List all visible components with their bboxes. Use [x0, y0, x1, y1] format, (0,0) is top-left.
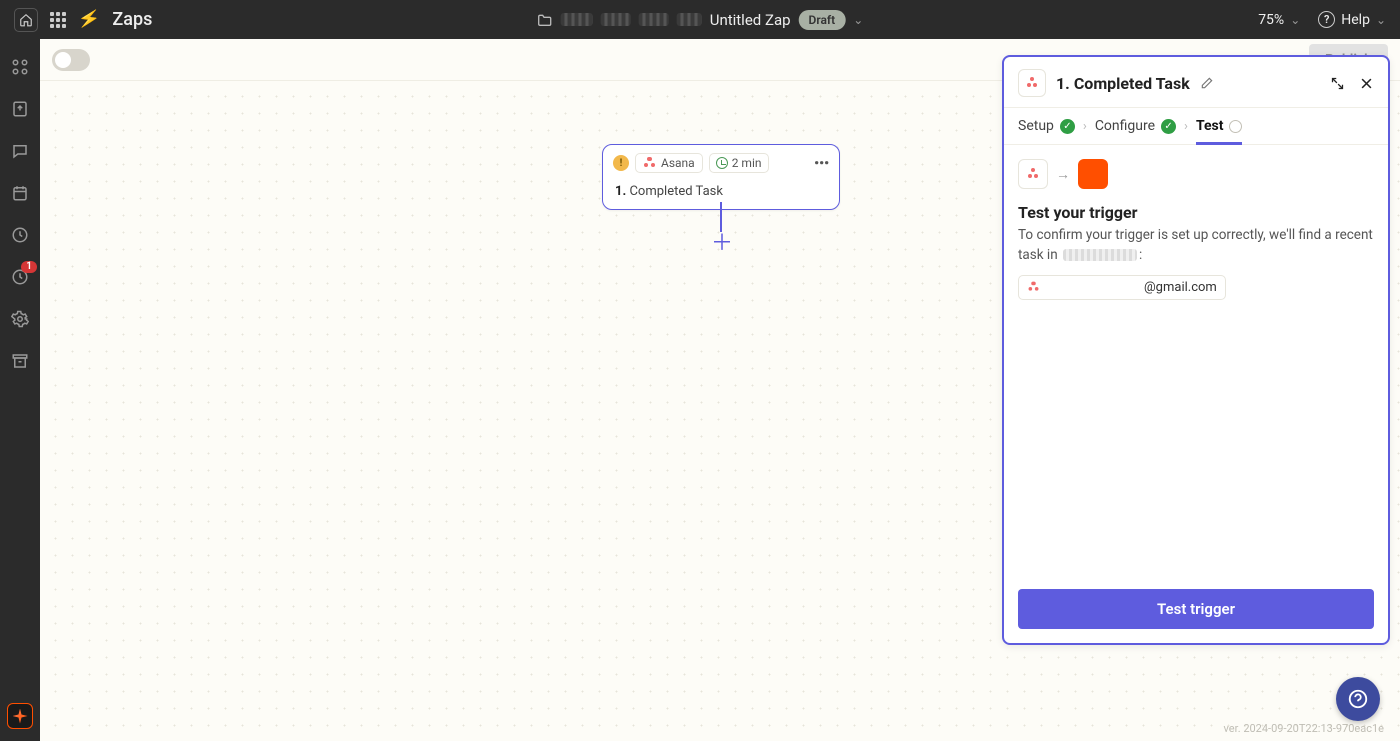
- app-header: ⚡ Zaps Untitled Zap Draft ⌄ 75% ⌄ ? Help…: [0, 0, 1400, 39]
- panel-body: → Test your trigger To confirm your trig…: [1004, 145, 1388, 575]
- test-desc-post: :: [1139, 247, 1142, 263]
- tab-test[interactable]: Test: [1196, 118, 1243, 145]
- breadcrumb-redacted-4: [677, 13, 702, 26]
- chat-icon: [1347, 688, 1369, 710]
- trigger-step-title: Completed Task: [629, 184, 723, 199]
- chevron-right-icon: ›: [1083, 119, 1087, 134]
- tab-test-label: Test: [1196, 118, 1224, 134]
- account-email-suffix: @gmail.com: [1144, 280, 1217, 295]
- asana-logo-icon: [1026, 77, 1039, 90]
- rail-settings-icon[interactable]: [10, 309, 30, 329]
- close-icon: [1359, 76, 1374, 91]
- asana-logo-icon: [1027, 168, 1040, 181]
- panel-app-icon: [1018, 69, 1046, 97]
- check-icon: ✓: [1161, 119, 1176, 134]
- folder-icon[interactable]: [537, 13, 553, 27]
- empty-status-icon: [1229, 120, 1242, 133]
- help-icon: ?: [1318, 11, 1335, 28]
- panel-title-number: 1.: [1056, 74, 1070, 93]
- rail-versions-icon[interactable]: 1: [10, 267, 30, 287]
- polling-interval-chip[interactable]: 2 min: [709, 153, 769, 173]
- rail-calendar-icon[interactable]: [10, 183, 30, 203]
- redacted-account-name: [1063, 249, 1137, 261]
- rail-ai-button[interactable]: [7, 703, 33, 729]
- sparkle-icon: [13, 709, 28, 724]
- arrow-right-icon: →: [1056, 166, 1070, 183]
- trigger-app-chip[interactable]: Asana: [635, 153, 703, 173]
- rail-comments-icon[interactable]: [10, 141, 30, 161]
- panel-step-tabs: Setup ✓ › Configure ✓ › Test: [1004, 108, 1388, 145]
- source-app-box: [1018, 159, 1048, 189]
- zoom-chevron-icon: ⌄: [1290, 13, 1300, 27]
- panel-title: 1. Completed Task: [1056, 74, 1190, 93]
- tab-setup-label: Setup: [1018, 118, 1054, 134]
- panel-title-text: Completed Task: [1074, 74, 1190, 93]
- asana-logo-icon: [1028, 282, 1040, 294]
- support-chat-button[interactable]: [1336, 677, 1380, 721]
- header-right: 75% ⌄ ? Help ⌄: [1258, 11, 1386, 28]
- rail-apps-icon[interactable]: [10, 57, 30, 77]
- rename-step-button[interactable]: [1200, 76, 1214, 90]
- tab-configure-label: Configure: [1095, 118, 1155, 134]
- pencil-icon: [1200, 76, 1214, 90]
- rail-archive-icon[interactable]: [10, 351, 30, 371]
- zoom-value: 75%: [1258, 12, 1284, 28]
- expand-panel-button[interactable]: [1330, 76, 1345, 91]
- zap-name[interactable]: Untitled Zap: [710, 11, 791, 29]
- rail-export-icon[interactable]: [10, 99, 30, 119]
- rail-history-icon[interactable]: [10, 225, 30, 245]
- trigger-node-header: ! Asana 2 min •••: [603, 145, 839, 181]
- tab-configure[interactable]: Configure ✓: [1095, 118, 1176, 134]
- trigger-node[interactable]: ! Asana 2 min ••• 1. Completed Task: [602, 144, 840, 210]
- trigger-app-name: Asana: [661, 156, 695, 170]
- check-icon: ✓: [1060, 119, 1075, 134]
- help-menu[interactable]: ? Help ⌄: [1318, 11, 1386, 28]
- zap-bolt-icon: ⚡: [77, 8, 102, 32]
- expand-icon: [1330, 76, 1345, 91]
- help-chevron-icon: ⌄: [1376, 13, 1386, 27]
- help-label: Help: [1341, 12, 1370, 28]
- apps-grid-icon[interactable]: [50, 12, 66, 28]
- status-badge: Draft: [799, 10, 846, 30]
- chevron-right-icon: ›: [1184, 119, 1188, 134]
- connected-account-chip[interactable]: @gmail.com: [1018, 275, 1226, 300]
- home-icon: [19, 13, 33, 27]
- home-button[interactable]: [14, 8, 38, 32]
- version-label: ver. 2024-09-20T22:13-970eac1e: [1224, 722, 1384, 735]
- left-rail: 1: [0, 39, 40, 741]
- close-panel-button[interactable]: [1359, 76, 1374, 91]
- breadcrumb-redacted-3: [639, 13, 669, 26]
- polling-interval-value: 2 min: [732, 156, 762, 170]
- test-section-heading: Test your trigger: [1018, 203, 1374, 222]
- tab-setup[interactable]: Setup ✓: [1018, 118, 1075, 134]
- zap-enable-toggle[interactable]: [52, 49, 90, 71]
- redacted-email-prefix: [1047, 282, 1137, 294]
- zap-name-chevron-icon[interactable]: ⌄: [853, 13, 863, 27]
- zapier-app-box: [1078, 159, 1108, 189]
- breadcrumb-redacted-2: [601, 13, 631, 26]
- header-left: ⚡ Zaps: [14, 8, 152, 32]
- section-label[interactable]: Zaps: [112, 9, 152, 30]
- step-config-panel: 1. Completed Task Setup ✓ › Configure ✓ …: [1002, 55, 1390, 645]
- add-step-button[interactable]: ＋: [712, 231, 732, 251]
- panel-header: 1. Completed Task: [1004, 57, 1388, 108]
- header-center: Untitled Zap Draft ⌄: [537, 10, 864, 30]
- trigger-step-number: 1.: [615, 184, 626, 199]
- breadcrumb-redacted-1: [561, 13, 593, 26]
- test-trigger-button[interactable]: Test trigger: [1018, 589, 1374, 629]
- clock-icon: [716, 157, 728, 169]
- panel-footer: Test trigger: [1004, 575, 1388, 643]
- zoom-control[interactable]: 75% ⌄: [1258, 12, 1300, 28]
- test-section-description: To confirm your trigger is set up correc…: [1018, 226, 1374, 265]
- node-menu-button[interactable]: •••: [811, 160, 829, 165]
- app-flow-diagram: →: [1018, 159, 1374, 189]
- history-badge: 1: [21, 261, 37, 273]
- asana-logo-icon: [643, 157, 656, 170]
- warning-icon: !: [613, 155, 629, 171]
